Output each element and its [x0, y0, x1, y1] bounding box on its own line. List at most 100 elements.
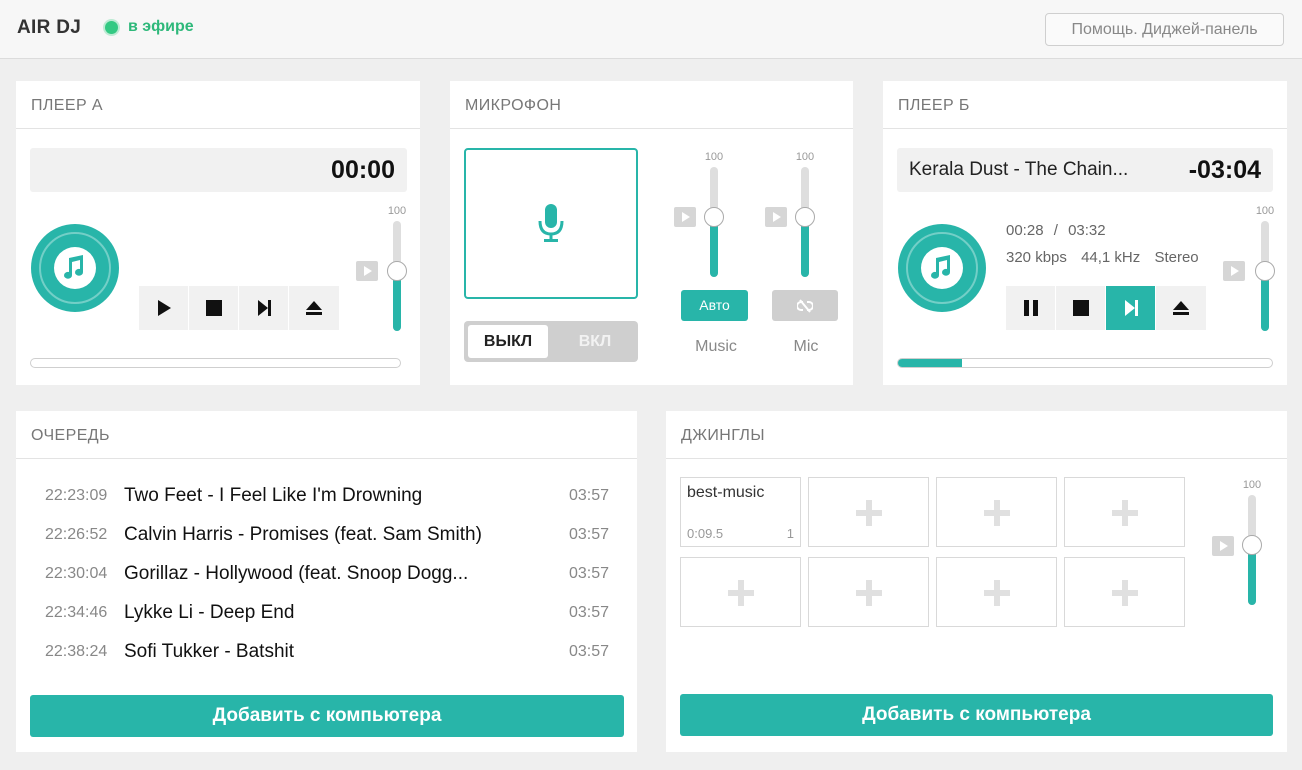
queue-item-title: Calvin Harris - Promises (feat. Sam Smit… — [124, 524, 482, 545]
player-b-bitrate: 320 kbps — [1006, 249, 1067, 266]
next-icon — [257, 300, 271, 316]
eject-icon — [306, 301, 322, 315]
queue-item-duration: 03:57 — [568, 565, 609, 582]
queue-item-duration: 03:57 — [568, 643, 609, 660]
eject-button[interactable] — [1156, 286, 1206, 330]
music-volume-slider[interactable]: 100 — [699, 151, 729, 281]
queue-item-title: Sofi Tukker - Batshit — [124, 641, 295, 662]
next-button[interactable] — [239, 286, 289, 330]
player-a-preview-icon[interactable] — [356, 261, 378, 281]
jingle-empty-slot[interactable] — [936, 477, 1057, 547]
queue-panel: ОЧЕРЕДЬ 22:23:09 Two Feet - I Feel Like … — [16, 411, 637, 752]
player-b-position-line: 00:28 / 03:32 — [1006, 222, 1106, 239]
music-volume-value: 100 — [704, 151, 724, 163]
volume-knob[interactable] — [795, 206, 815, 227]
player-b-channels: Stereo — [1154, 249, 1199, 266]
queue-item-time: 22:23:09 — [45, 487, 108, 504]
plus-icon — [728, 580, 754, 606]
plus-icon — [856, 500, 882, 526]
jingles-add-button[interactable]: Добавить с компьютера — [680, 694, 1273, 736]
mic-volume-slider[interactable]: 100 — [790, 151, 820, 281]
jingles-volume-value: 100 — [1242, 479, 1262, 491]
player-a-display: 00:00 — [30, 148, 407, 192]
stop-button[interactable] — [1056, 286, 1106, 330]
music-auto-button[interactable]: Авто — [681, 290, 748, 321]
queue-item[interactable]: 22:34:46 Lykke Li - Deep End 03:57 — [16, 598, 637, 637]
queue-item[interactable]: 22:38:24 Sofi Tukker - Batshit 03:57 — [16, 637, 637, 676]
music-preview-icon[interactable] — [674, 207, 696, 227]
play-icon — [157, 300, 171, 316]
player-b-disc-icon — [898, 224, 986, 312]
player-b-volume-value: 100 — [1255, 205, 1275, 217]
jingle-empty-slot[interactable] — [808, 477, 929, 547]
player-b-title: ПЛЕЕР Б — [883, 81, 1287, 129]
jingles-preview-icon[interactable] — [1212, 536, 1234, 556]
mic-button[interactable] — [464, 148, 638, 299]
jingle-slot[interactable]: best-music 0:09.5 1 — [680, 477, 801, 547]
mic-toggle-off[interactable]: ВЫКЛ — [468, 325, 548, 358]
top-bar: AIR DJ в эфире Помощь. Диджей-панель — [0, 0, 1302, 59]
volume-knob[interactable] — [1242, 534, 1262, 555]
help-button[interactable]: Помощь. Диджей-панель — [1045, 13, 1284, 46]
mic-label: Mic — [793, 338, 819, 355]
plus-icon — [856, 580, 882, 606]
jingle-key: 1 — [786, 526, 794, 541]
jingles-volume-slider[interactable]: 100 — [1237, 479, 1267, 609]
jingles-title: ДЖИНГЛЫ — [666, 411, 1287, 459]
queue-item-title: Gorillaz - Hollywood (feat. Snoop Dogg..… — [124, 563, 469, 584]
queue-add-button[interactable]: Добавить с компьютера — [30, 695, 624, 737]
eject-button[interactable] — [289, 286, 339, 330]
stop-button[interactable] — [189, 286, 239, 330]
microphone-panel: МИКРОФОН ВЫКЛ ВКЛ 100 Авто Music 100 Mic — [450, 81, 853, 385]
player-b-volume-slider[interactable]: 100 — [1250, 205, 1280, 335]
queue-item-title: Lykke Li - Deep End — [124, 602, 295, 623]
pause-button[interactable] — [1006, 286, 1056, 330]
player-b-progress[interactable] — [897, 358, 1273, 368]
app-logo: AIR DJ — [17, 17, 82, 38]
player-b-display: Kerala Dust - The Chain... -03:04 — [897, 148, 1273, 192]
music-note-icon — [64, 255, 84, 279]
play-button[interactable] — [139, 286, 189, 330]
jingle-empty-slot[interactable] — [936, 557, 1057, 627]
queue-item[interactable]: 22:23:09 Two Feet - I Feel Like I'm Drow… — [16, 481, 637, 520]
jingle-empty-slot[interactable] — [1064, 557, 1185, 627]
eject-icon — [1173, 301, 1189, 315]
live-indicator-icon — [105, 21, 118, 34]
stop-icon — [1072, 300, 1089, 316]
queue-item-duration: 03:57 — [568, 604, 609, 621]
queue-item-time: 22:34:46 — [45, 604, 108, 621]
player-a-disc-icon — [31, 224, 119, 312]
pause-icon — [1023, 300, 1038, 316]
mic-preview-icon[interactable] — [765, 207, 787, 227]
player-a-time: 00:00 — [331, 156, 395, 184]
plus-icon — [984, 580, 1010, 606]
jingle-duration: 0:09.5 — [687, 526, 724, 541]
mic-link-button[interactable] — [772, 290, 838, 321]
volume-knob[interactable] — [387, 260, 407, 281]
player-b-preview-icon[interactable] — [1223, 261, 1245, 281]
mic-toggle[interactable]: ВЫКЛ ВКЛ — [464, 321, 638, 362]
queue-item-time: 22:30:04 — [45, 565, 108, 582]
music-note-icon — [931, 255, 951, 279]
volume-knob[interactable] — [1255, 260, 1275, 281]
player-b-track: Kerala Dust - The Chain... — [909, 159, 1129, 180]
jingles-panel: ДЖИНГЛЫ best-music 0:09.5 1 100 Добавить… — [666, 411, 1287, 752]
player-a-progress[interactable] — [30, 358, 401, 368]
microphone-title: МИКРОФОН — [450, 81, 853, 129]
volume-knob[interactable] — [704, 206, 724, 227]
plus-icon — [1112, 500, 1138, 526]
player-b-position: 00:28 — [1006, 222, 1044, 239]
next-button[interactable] — [1106, 286, 1156, 330]
next-icon — [1124, 300, 1138, 316]
player-a-volume-slider[interactable]: 100 — [382, 205, 412, 335]
player-b-time: -03:04 — [1188, 156, 1261, 184]
jingle-empty-slot[interactable] — [680, 557, 801, 627]
queue-item[interactable]: 22:30:04 Gorillaz - Hollywood (feat. Sno… — [16, 559, 637, 598]
player-a-controls — [139, 286, 339, 330]
player-b-controls — [1006, 286, 1206, 330]
jingle-empty-slot[interactable] — [1064, 477, 1185, 547]
queue-item[interactable]: 22:26:52 Calvin Harris - Promises (feat.… — [16, 520, 637, 559]
microphone-icon — [538, 204, 564, 242]
mic-toggle-on[interactable]: ВКЛ — [556, 325, 634, 358]
jingle-empty-slot[interactable] — [808, 557, 929, 627]
